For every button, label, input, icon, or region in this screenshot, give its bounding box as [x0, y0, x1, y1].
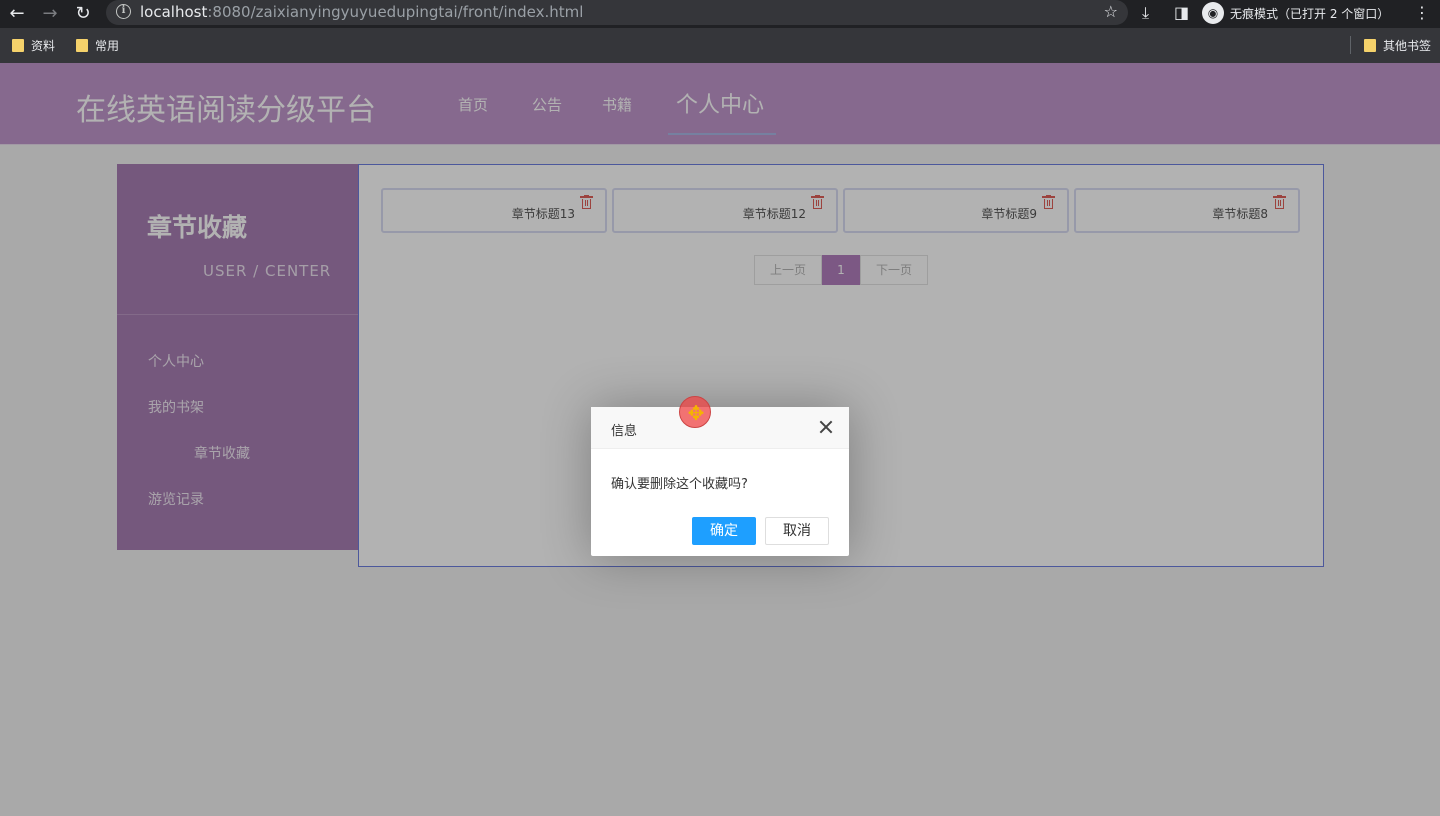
folder-icon — [12, 39, 24, 52]
forward-arrow-icon[interactable]: → — [38, 2, 62, 26]
incognito-icon: ◉ — [1202, 2, 1224, 24]
dialog-title: 信息 — [611, 424, 638, 439]
folder-icon — [76, 39, 88, 52]
dialog-message: 确认要删除这个收藏吗? — [611, 477, 748, 492]
back-arrow-icon[interactable]: ← — [5, 2, 29, 26]
dialog-header[interactable]: 信息 — [591, 407, 849, 449]
bookmark-star-icon[interactable]: ☆ — [1104, 2, 1118, 21]
download-icon[interactable]: ⤓ — [1142, 3, 1149, 23]
cancel-button[interactable]: 取消 — [765, 517, 829, 545]
move-cursor-icon: ✥ — [679, 396, 711, 428]
info-icon[interactable]: i — [116, 4, 131, 19]
close-icon[interactable] — [819, 420, 833, 434]
confirm-dialog: 信息 确认要删除这个收藏吗? 确定 取消 — [591, 407, 849, 556]
bookmark-folder-changyong[interactable]: 常用 — [76, 37, 119, 54]
browser-toolbar: ← → ↻ i localhost:8080/zaixianyingyuyued… — [0, 0, 1440, 28]
address-bar[interactable]: i localhost:8080/zaixianyingyuyuedupingt… — [106, 0, 1128, 25]
incognito-indicator[interactable]: ◉ 无痕模式（已打开 2 个窗口） — [1202, 1, 1389, 25]
bookmarks-divider — [1350, 36, 1351, 54]
incognito-label: 无痕模式（已打开 2 个窗口） — [1230, 6, 1390, 21]
confirm-button[interactable]: 确定 — [692, 517, 756, 545]
side-panel-icon[interactable]: ◨ — [1174, 3, 1189, 22]
reload-icon[interactable]: ↻ — [71, 2, 95, 26]
bookmark-folder-ziliao[interactable]: 资料 — [12, 37, 55, 54]
bookmarks-bar: 资料 常用 其他书签 — [0, 28, 1440, 63]
folder-icon — [1364, 39, 1376, 52]
url-text[interactable]: localhost:8080/zaixianyingyuyuedupingtai… — [140, 3, 583, 21]
more-menu-icon[interactable]: ⋮ — [1414, 3, 1430, 22]
other-bookmarks[interactable]: 其他书签 — [1364, 37, 1431, 54]
